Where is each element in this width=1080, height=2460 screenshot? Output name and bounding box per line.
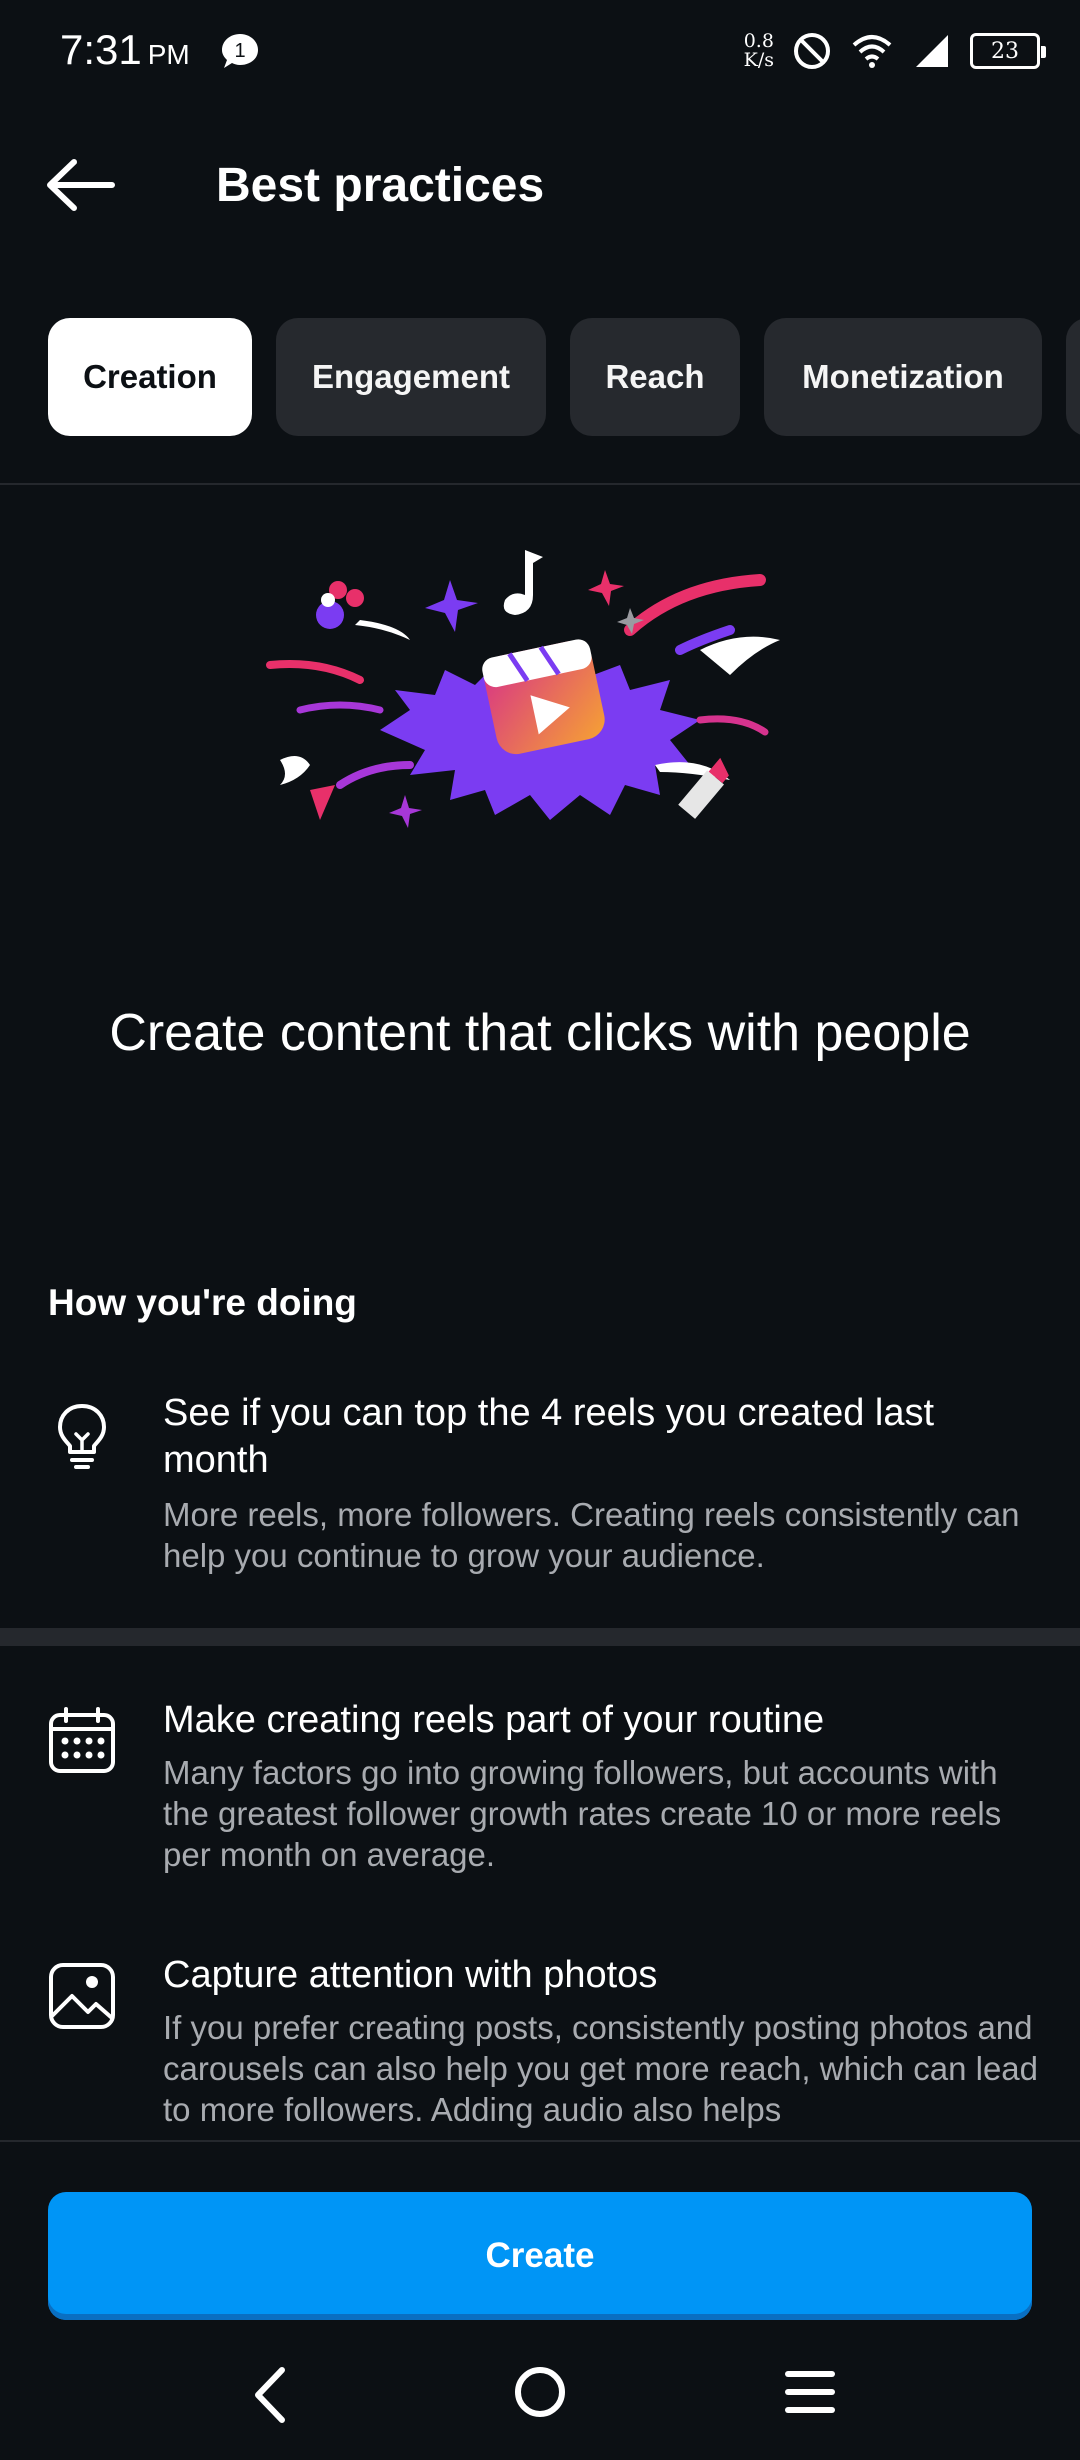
divider	[0, 2140, 1080, 2142]
nav-home-icon[interactable]	[510, 2362, 570, 2422]
tab-engagement[interactable]: Engagement	[276, 318, 546, 436]
net-speed: 0.8 K/s	[743, 30, 774, 71]
wifi-icon	[852, 35, 892, 68]
tab-next-partial[interactable]	[1066, 318, 1080, 436]
category-tabs: Creation Engagement Reach Monetization	[48, 318, 1080, 438]
tip-title: Capture attention with photos	[163, 1954, 658, 1996]
status-icons: 0.8 K/s 23	[743, 26, 1046, 76]
page-title: Best practices	[216, 159, 545, 212]
status-time: 7:31 PM	[60, 26, 190, 73]
tab-reach[interactable]: Reach	[570, 318, 740, 436]
notification-count: 1	[234, 40, 245, 62]
reels-illustration	[266, 550, 780, 828]
tab-monetization[interactable]: Monetization	[764, 318, 1042, 436]
calendar-icon	[49, 1707, 115, 1773]
notification-badge-icon: 1	[222, 34, 258, 68]
tab-creation[interactable]: Creation	[48, 318, 252, 436]
lightbulb-icon	[58, 1404, 106, 1469]
do-not-disturb-icon	[794, 33, 830, 69]
status-bar: 7:31 PM 1 0.8 K/s 23	[0, 0, 1080, 110]
tip-description: More reels, more followers. Creating ree…	[163, 1496, 1020, 1574]
battery-indicator: 23	[970, 33, 1046, 69]
system-nav-bar	[0, 2320, 1080, 2460]
create-button[interactable]: Create	[48, 2192, 1032, 2320]
tip-title: See if you can top the 4 reels you creat…	[163, 1392, 935, 1481]
best-practices-screen: 7:31 PM 1 0.8 K/s 23 Best practices Crea…	[0, 0, 1080, 2460]
tip-item: Capture attention with photos If you pre…	[0, 1952, 1080, 2140]
nav-back-icon[interactable]	[240, 2360, 300, 2430]
header: Best practices	[0, 140, 1080, 230]
tip-description: If you prefer creating posts, consistent…	[163, 2009, 1038, 2128]
section-title: How you're doing	[48, 1282, 357, 1323]
nav-menu-icon[interactable]	[780, 2364, 840, 2420]
signal-icon	[916, 35, 948, 67]
tip-description: Many factors go into growing followers, …	[163, 1754, 1002, 1873]
section-divider	[0, 1628, 1080, 1646]
divider	[0, 483, 1080, 485]
back-arrow-icon[interactable]	[40, 152, 120, 218]
tip-title: Make creating reels part of your routine	[163, 1699, 825, 1741]
hero-headline: Create content that clicks with people	[109, 1004, 971, 1062]
photo-icon	[49, 1963, 115, 2029]
